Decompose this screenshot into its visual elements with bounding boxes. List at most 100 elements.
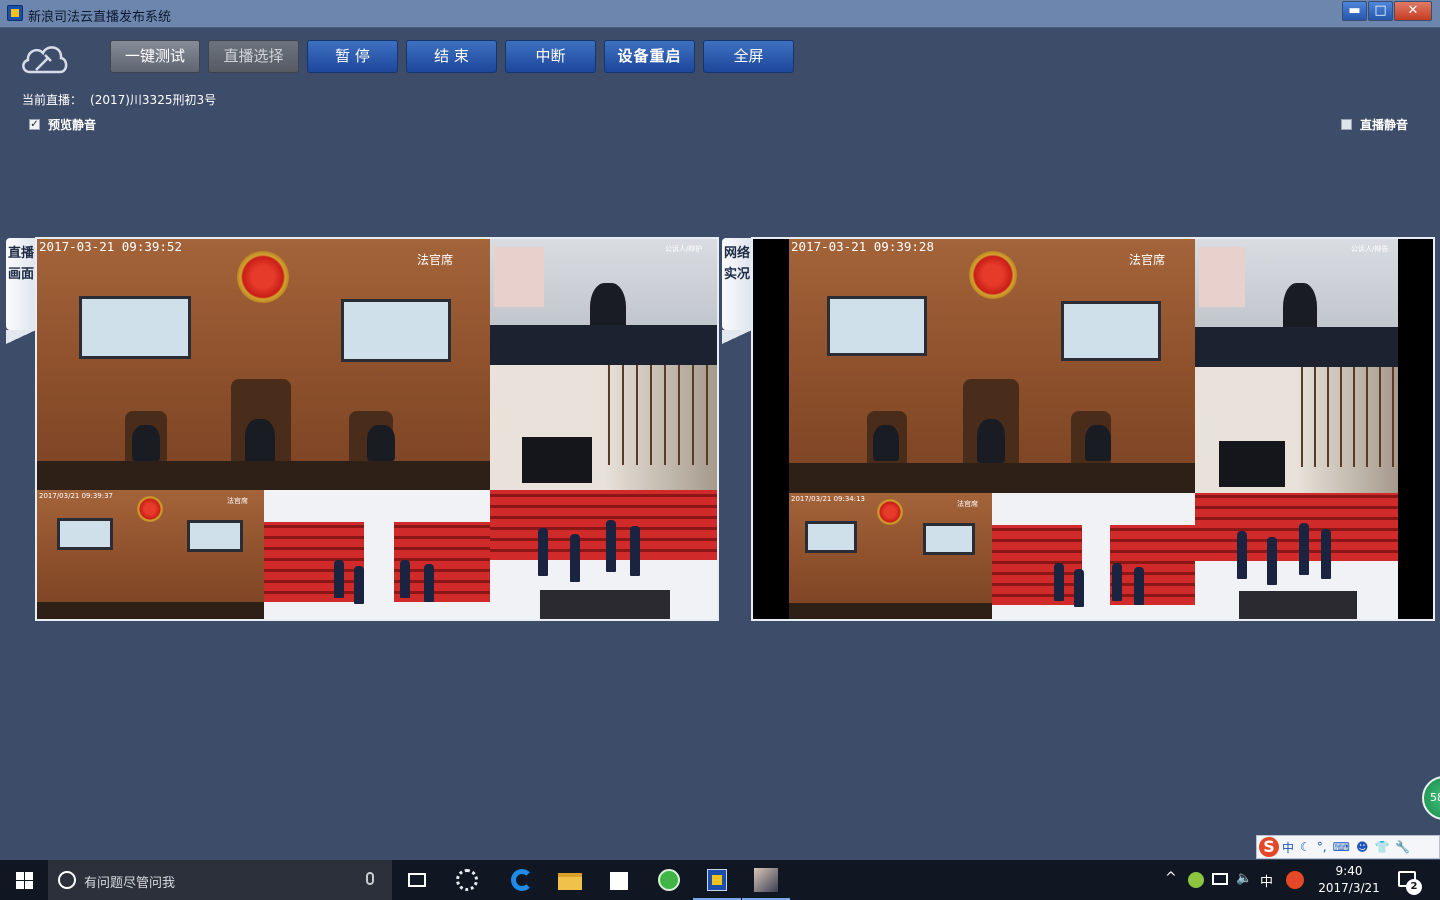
title-bar: 新浪司法云直播发布系统 ▬ □ ✕ bbox=[0, 0, 1440, 28]
photo-app-icon[interactable] bbox=[742, 866, 790, 900]
tray-network-icon[interactable] bbox=[1212, 873, 1228, 885]
maximize-button[interactable]: □ bbox=[1368, 1, 1393, 21]
live-prosecutor-camera: 公诉人/辩护 bbox=[490, 239, 717, 365]
live-small-camera: 2017/03/21 09:39:37 法官席 bbox=[37, 490, 264, 619]
floating-speed-badge[interactable]: 58 bbox=[1422, 776, 1440, 820]
network-prosecutor-camera: 公诉人/辩告 bbox=[1195, 239, 1398, 367]
ime-user-icon[interactable]: ☻ bbox=[1356, 840, 1369, 854]
guard bbox=[1112, 563, 1122, 601]
pause-button[interactable]: 暂 停 bbox=[307, 40, 398, 73]
minimize-button[interactable]: ▬ bbox=[1342, 1, 1367, 21]
fullscreen-button[interactable]: 全屏 bbox=[703, 40, 794, 73]
pinwheel-app-icon[interactable] bbox=[453, 866, 481, 894]
live-mute-option[interactable]: 直播静音 bbox=[1341, 116, 1408, 133]
live-publish-app-icon[interactable] bbox=[693, 866, 741, 900]
person bbox=[367, 425, 395, 461]
live-mute-label: 直播静音 bbox=[1360, 118, 1409, 132]
preview-mute-option[interactable]: ✓ 预览静音 bbox=[29, 116, 96, 133]
current-live-label: 当前直播： bbox=[22, 93, 83, 107]
window-blind bbox=[1199, 247, 1245, 307]
guard bbox=[334, 560, 344, 598]
store-icon[interactable] bbox=[605, 866, 633, 894]
tray-volume-icon[interactable]: 🔈 bbox=[1236, 871, 1252, 886]
tray-input-language[interactable]: 中 bbox=[1260, 871, 1273, 890]
ime-punct-icon[interactable]: °, bbox=[1317, 840, 1327, 854]
guard bbox=[1054, 563, 1064, 601]
guard bbox=[1321, 529, 1331, 579]
microphone-icon[interactable] bbox=[366, 872, 374, 885]
live-gallery-camera bbox=[264, 490, 490, 619]
live-view-frame: 2017-03-21 09:39:52 法官席 公诉人/辩护 2017/03/2… bbox=[35, 237, 719, 621]
live-select-button[interactable]: 直播选择 bbox=[208, 40, 299, 73]
gallery-seats bbox=[1195, 493, 1398, 561]
task-view-icon[interactable] bbox=[404, 866, 432, 894]
live-top-right-label: 公诉人/辩护 bbox=[665, 245, 703, 253]
file-explorer-icon[interactable] bbox=[556, 866, 584, 894]
interrupt-button[interactable]: 中断 bbox=[505, 40, 596, 73]
guard bbox=[1299, 523, 1309, 575]
network-view-frame: 2017-03-21 09:39:28 法官席 公诉人/辩告 2017/03/2… bbox=[751, 237, 1435, 621]
court-screen-left bbox=[827, 296, 927, 356]
person bbox=[245, 419, 275, 463]
ime-skin-icon[interactable]: 👕 bbox=[1374, 840, 1389, 854]
window-title: 新浪司法云直播发布系统 bbox=[28, 10, 172, 25]
tray-sogou-icon[interactable] bbox=[1286, 871, 1304, 889]
judge-bench bbox=[789, 603, 992, 619]
ime-keyboard-icon[interactable]: ⌨ bbox=[1333, 840, 1350, 854]
ime-toolbar[interactable]: S 中 ☾ °, ⌨ ☻ 👕 🔧 bbox=[1256, 835, 1440, 859]
tray-security-icon[interactable] bbox=[1188, 872, 1204, 888]
browser-360-icon[interactable] bbox=[655, 866, 683, 894]
cloud-tool-icon bbox=[22, 46, 68, 74]
network-top-right-label: 公诉人/辩告 bbox=[1351, 245, 1389, 253]
start-button[interactable] bbox=[0, 860, 48, 900]
edge-browser-icon[interactable] bbox=[508, 866, 536, 894]
live-timestamp: 2017-03-21 09:39:52 bbox=[39, 239, 182, 254]
system-clock[interactable]: 9:40 2017/3/21 bbox=[1316, 863, 1382, 897]
live-small-label: 法官席 bbox=[227, 497, 248, 505]
live-small-timestamp: 2017/03/21 09:39:37 bbox=[39, 492, 114, 500]
current-live-info: 当前直播： (2017)川3325刑初3号 bbox=[22, 91, 216, 108]
ime-moon-icon[interactable]: ☾ bbox=[1300, 840, 1311, 854]
current-live-case-number: (2017)川3325刑初3号 bbox=[90, 93, 217, 107]
close-button[interactable]: ✕ bbox=[1394, 1, 1432, 21]
national-emblem bbox=[877, 499, 903, 525]
defendant-stand bbox=[522, 437, 592, 483]
court-screen-right bbox=[923, 523, 975, 555]
gallery-seats bbox=[490, 490, 717, 560]
guard bbox=[1134, 567, 1144, 605]
gallery-seats-left bbox=[992, 525, 1082, 605]
guard bbox=[1074, 569, 1084, 607]
guard bbox=[424, 564, 434, 602]
live-mute-checkbox[interactable] bbox=[1341, 119, 1352, 130]
device-restart-button[interactable]: 设备重启 bbox=[604, 40, 695, 73]
window-blind bbox=[494, 247, 544, 307]
windows-logo-icon bbox=[25, 881, 33, 889]
court-screen-left bbox=[805, 521, 857, 553]
defendant-stand bbox=[1219, 441, 1285, 487]
sogou-logo-icon[interactable]: S bbox=[1259, 837, 1279, 857]
tray-expand-icon[interactable]: ^ bbox=[1165, 870, 1177, 886]
clock-time: 9:40 bbox=[1335, 864, 1363, 878]
cortana-search-box[interactable]: 有问题尽管问我 bbox=[48, 860, 392, 900]
live-view-tab[interactable]: 直播画面 bbox=[6, 238, 36, 344]
preview-mute-checkbox[interactable]: ✓ bbox=[29, 119, 40, 130]
court-screen-left bbox=[57, 518, 113, 550]
one-click-test-button[interactable]: 一键测试 bbox=[110, 40, 200, 73]
national-emblem bbox=[137, 496, 163, 522]
cortana-icon bbox=[58, 871, 76, 889]
live-dock-camera bbox=[490, 490, 717, 619]
ime-tools-icon[interactable]: 🔧 bbox=[1395, 840, 1410, 854]
network-view-tab[interactable]: 网络实况 bbox=[722, 238, 752, 344]
windows-logo-icon bbox=[25, 872, 33, 880]
end-button[interactable]: 结 束 bbox=[406, 40, 497, 73]
person bbox=[977, 419, 1005, 463]
toolbar: 一键测试 直播选择 暂 停 结 束 中断 设备重启 全屏 bbox=[0, 28, 1440, 84]
network-gallery-camera bbox=[992, 493, 1195, 619]
ime-lang[interactable]: 中 bbox=[1282, 839, 1294, 856]
guard bbox=[1267, 537, 1277, 585]
guard bbox=[606, 520, 616, 572]
iron-gate bbox=[1301, 367, 1398, 467]
windows-logo-icon bbox=[16, 881, 24, 889]
judge-bench bbox=[789, 463, 1195, 493]
guard bbox=[570, 534, 580, 582]
